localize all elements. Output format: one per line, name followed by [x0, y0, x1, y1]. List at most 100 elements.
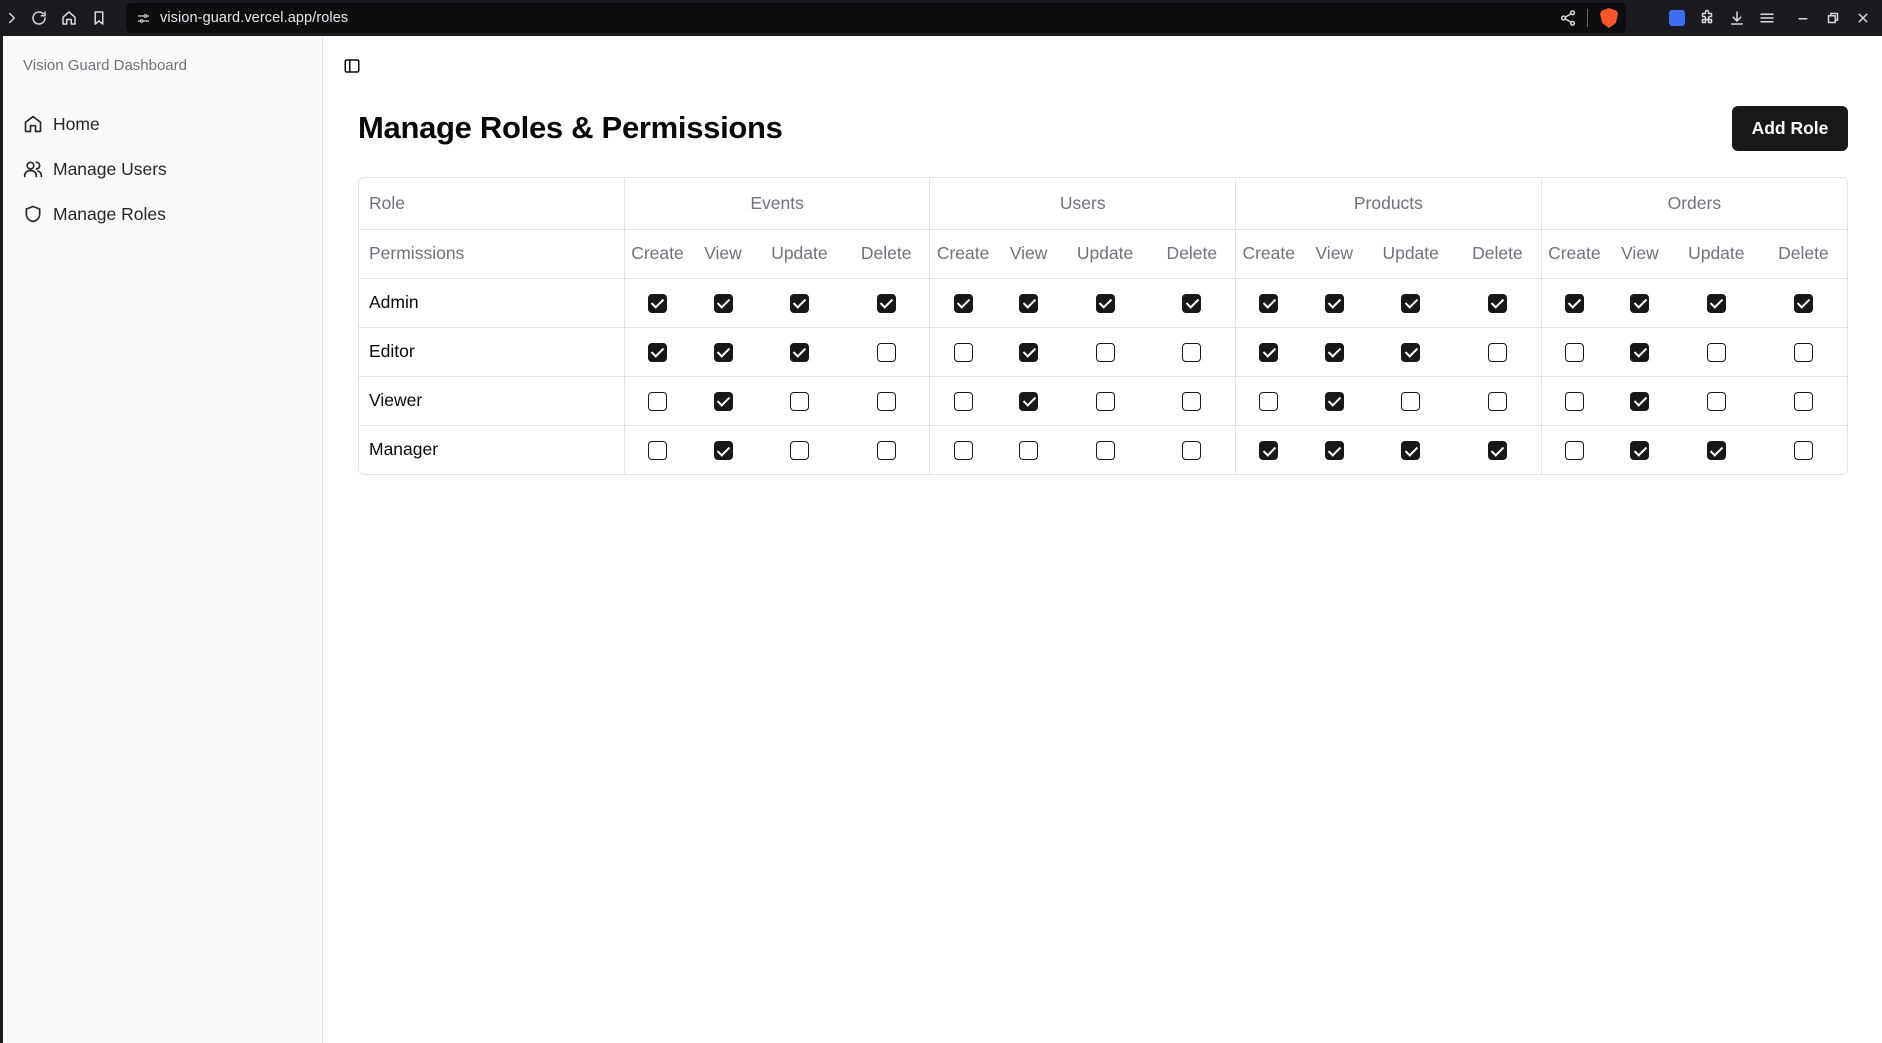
page-title: Manage Roles & Permissions [358, 110, 783, 145]
download-icon[interactable] [1722, 0, 1752, 36]
permission-checkbox-manager-events-delete[interactable] [876, 441, 896, 461]
permission-cell [1301, 327, 1367, 376]
permission-checkbox-manager-events-update[interactable] [789, 441, 809, 461]
permission-checkbox-viewer-products-delete[interactable] [1487, 391, 1507, 411]
permission-checkbox-viewer-events-delete[interactable] [876, 391, 896, 411]
permission-cell [996, 376, 1062, 425]
permission-checkbox-manager-events-view[interactable] [713, 441, 733, 461]
permission-checkbox-manager-users-view[interactable] [1019, 441, 1039, 461]
permission-checkbox-editor-products-create[interactable] [1259, 342, 1279, 362]
permission-checkbox-manager-products-update[interactable] [1401, 441, 1421, 461]
permission-checkbox-admin-users-view[interactable] [1019, 293, 1039, 313]
permission-checkbox-editor-products-view[interactable] [1324, 342, 1344, 362]
permission-checkbox-viewer-orders-update[interactable] [1706, 391, 1726, 411]
permission-checkbox-viewer-events-create[interactable] [647, 391, 667, 411]
permission-checkbox-editor-orders-view[interactable] [1630, 342, 1650, 362]
minimize-icon[interactable] [1788, 0, 1818, 36]
permission-checkbox-viewer-products-view[interactable] [1324, 391, 1344, 411]
permission-checkbox-editor-events-update[interactable] [789, 342, 809, 362]
permission-checkbox-editor-users-update[interactable] [1095, 342, 1115, 362]
permission-checkbox-admin-events-create[interactable] [647, 293, 667, 313]
permission-checkbox-admin-products-view[interactable] [1324, 293, 1344, 313]
permission-cell [1235, 327, 1302, 376]
permission-checkbox-manager-products-create[interactable] [1259, 441, 1279, 461]
action-header-events-delete: Delete [860, 243, 912, 263]
permission-cell [1367, 425, 1454, 474]
permission-checkbox-viewer-events-view[interactable] [713, 391, 733, 411]
permission-checkbox-manager-products-view[interactable] [1324, 441, 1344, 461]
permission-checkbox-admin-products-create[interactable] [1259, 293, 1279, 313]
permission-checkbox-viewer-users-delete[interactable] [1182, 391, 1202, 411]
restore-icon[interactable] [1818, 0, 1848, 36]
permission-checkbox-viewer-users-create[interactable] [953, 391, 973, 411]
permission-checkbox-manager-orders-create[interactable] [1564, 441, 1584, 461]
permission-checkbox-admin-products-update[interactable] [1401, 293, 1421, 313]
permission-checkbox-editor-orders-delete[interactable] [1793, 342, 1813, 362]
permission-checkbox-editor-events-view[interactable] [713, 342, 733, 362]
permission-checkbox-manager-users-create[interactable] [953, 441, 973, 461]
permission-checkbox-manager-users-update[interactable] [1095, 441, 1115, 461]
sidebar-toggle-button[interactable] [338, 52, 366, 80]
permission-checkbox-editor-users-delete[interactable] [1182, 342, 1202, 362]
close-icon[interactable] [1848, 0, 1878, 36]
permission-checkbox-editor-events-delete[interactable] [876, 342, 896, 362]
sidebar-item-manage-users[interactable]: Manage Users [23, 151, 167, 187]
permission-checkbox-editor-users-view[interactable] [1019, 342, 1039, 362]
permission-checkbox-admin-orders-view[interactable] [1630, 293, 1650, 313]
bookmark-icon[interactable] [84, 0, 114, 36]
action-header-products-create: Create [1235, 229, 1302, 278]
permission-cell [1607, 278, 1673, 327]
permission-cell [1760, 278, 1847, 327]
permission-checkbox-viewer-products-create[interactable] [1259, 391, 1279, 411]
permission-checkbox-admin-users-update[interactable] [1095, 293, 1115, 313]
permission-checkbox-viewer-users-view[interactable] [1019, 391, 1039, 411]
permission-checkbox-admin-orders-create[interactable] [1564, 293, 1584, 313]
menu-icon[interactable] [1752, 0, 1782, 36]
permission-checkbox-viewer-orders-create[interactable] [1564, 391, 1584, 411]
permission-cell [843, 327, 930, 376]
add-role-button[interactable]: Add Role [1732, 106, 1848, 151]
sidebar-item-home[interactable]: Home [23, 106, 100, 142]
reload-icon[interactable] [24, 0, 54, 36]
permission-checkbox-viewer-orders-delete[interactable] [1793, 391, 1813, 411]
permission-checkbox-admin-users-create[interactable] [953, 293, 973, 313]
permission-checkbox-viewer-events-update[interactable] [789, 391, 809, 411]
forward-icon[interactable] [0, 0, 24, 36]
permission-checkbox-admin-users-delete[interactable] [1182, 293, 1202, 313]
permission-checkbox-admin-orders-delete[interactable] [1793, 293, 1813, 313]
permission-checkbox-editor-products-update[interactable] [1401, 342, 1421, 362]
permission-cell [756, 376, 843, 425]
permission-checkbox-manager-orders-update[interactable] [1706, 441, 1726, 461]
sidebar-item-manage-roles[interactable]: Manage Roles [23, 196, 166, 232]
permission-cell [1607, 425, 1673, 474]
permission-checkbox-viewer-products-update[interactable] [1401, 391, 1421, 411]
permission-checkbox-manager-products-delete[interactable] [1487, 441, 1507, 461]
permission-checkbox-admin-events-update[interactable] [789, 293, 809, 313]
main-content: Manage Roles & Permissions Add Role Role… [324, 36, 1882, 1043]
permission-checkbox-admin-events-delete[interactable] [876, 293, 896, 313]
permission-checkbox-editor-products-delete[interactable] [1487, 342, 1507, 362]
permission-checkbox-editor-events-create[interactable] [647, 342, 667, 362]
home-browser-icon[interactable] [54, 0, 84, 36]
permission-cell [623, 278, 691, 327]
brave-shield-icon[interactable] [1600, 8, 1618, 28]
permission-checkbox-manager-orders-delete[interactable] [1793, 441, 1813, 461]
permission-checkbox-admin-orders-update[interactable] [1706, 293, 1726, 313]
permission-checkbox-editor-orders-create[interactable] [1564, 342, 1584, 362]
permission-checkbox-admin-products-delete[interactable] [1487, 293, 1507, 313]
permission-checkbox-viewer-orders-view[interactable] [1630, 391, 1650, 411]
permission-checkbox-editor-users-create[interactable] [953, 342, 973, 362]
site-settings-icon[interactable] [126, 11, 160, 26]
puzzle-icon[interactable] [1692, 0, 1722, 36]
extension-icon[interactable] [1669, 10, 1685, 26]
permission-cell [1367, 327, 1454, 376]
permission-checkbox-manager-events-create[interactable] [647, 441, 667, 461]
share-icon[interactable] [1553, 3, 1583, 33]
permission-checkbox-admin-events-view[interactable] [713, 293, 733, 313]
permission-checkbox-manager-orders-view[interactable] [1630, 441, 1650, 461]
permission-checkbox-manager-users-delete[interactable] [1182, 441, 1202, 461]
permission-checkbox-editor-orders-update[interactable] [1706, 342, 1726, 362]
address-bar[interactable]: vision-guard.vercel.app/roles [126, 3, 1626, 33]
permission-cell [1367, 376, 1454, 425]
permission-checkbox-viewer-users-update[interactable] [1095, 391, 1115, 411]
